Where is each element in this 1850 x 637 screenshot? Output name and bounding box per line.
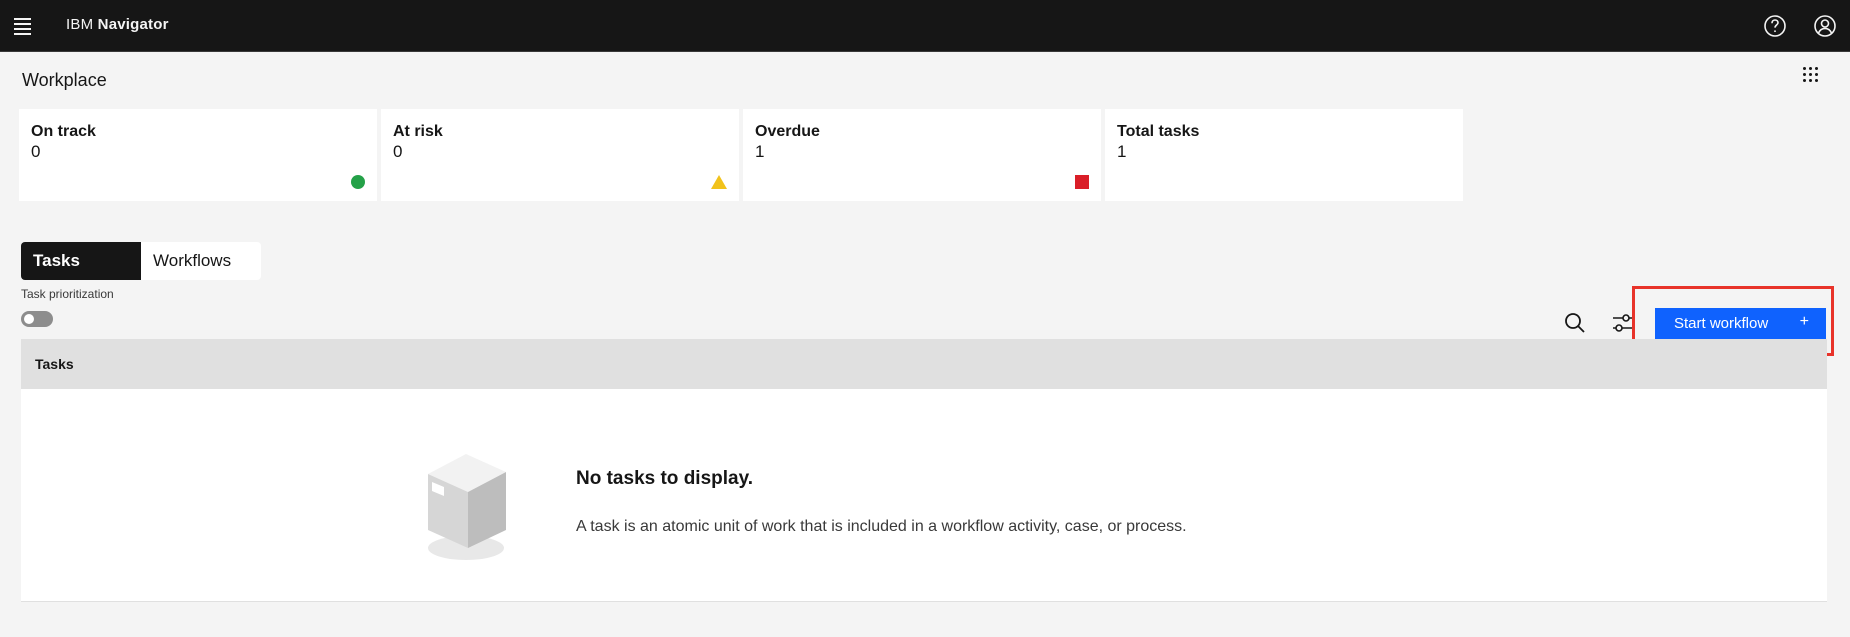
user-avatar-icon[interactable] <box>1812 13 1838 39</box>
on-track-status-icon <box>351 175 365 189</box>
summary-card-on-track: On track 0 <box>19 109 377 201</box>
empty-state-description: A task is an atomic unit of work that is… <box>576 518 1187 535</box>
brand-prefix: IBM <box>66 16 94 33</box>
page-title: Workplace <box>22 70 107 90</box>
summary-card-at-risk: At risk 0 <box>381 109 739 201</box>
empty-box-icon <box>428 454 506 560</box>
start-workflow-button[interactable]: Start workflow + <box>1655 308 1826 339</box>
help-icon[interactable] <box>1762 13 1788 39</box>
top-header-bar: IBM Navigator <box>0 0 1850 52</box>
summary-card-total-tasks: Total tasks 1 <box>1105 109 1463 201</box>
tab-workflows[interactable]: Workflows <box>141 242 261 280</box>
card-value: 1 <box>1117 142 1127 161</box>
tasks-table-header: Tasks <box>21 339 1827 389</box>
card-value: 0 <box>31 142 41 161</box>
toggle-knob <box>24 314 34 324</box>
content-switcher: Tasks Workflows <box>21 242 261 280</box>
search-icon[interactable] <box>1562 310 1588 336</box>
empty-state-title: No tasks to display. <box>576 468 754 489</box>
overdue-status-icon <box>1075 175 1089 189</box>
brand-name: Navigator <box>97 16 169 33</box>
task-prioritization-toggle[interactable] <box>21 311 53 327</box>
card-value: 1 <box>755 142 765 161</box>
at-risk-warning-icon <box>711 175 727 189</box>
card-value: 0 <box>393 142 403 161</box>
tab-tasks[interactable]: Tasks <box>21 242 141 280</box>
app-brand[interactable]: IBM Navigator <box>66 16 169 33</box>
card-label: Overdue <box>755 123 820 140</box>
tasks-table-body: No tasks to display. A task is an atomic… <box>21 389 1827 602</box>
card-label: Total tasks <box>1117 123 1200 140</box>
summary-card-overdue: Overdue 1 <box>743 109 1101 201</box>
filter-settings-icon[interactable] <box>1610 310 1636 336</box>
app-grid-icon[interactable] <box>1801 65 1819 83</box>
add-icon: + <box>1799 313 1809 330</box>
start-workflow-label: Start workflow <box>1674 315 1769 332</box>
card-label: On track <box>31 123 96 140</box>
table-header-title: Tasks <box>35 356 74 372</box>
task-prioritization-label: Task prioritization <box>21 287 114 301</box>
menu-icon[interactable] <box>14 16 36 36</box>
card-label: At risk <box>393 123 443 140</box>
